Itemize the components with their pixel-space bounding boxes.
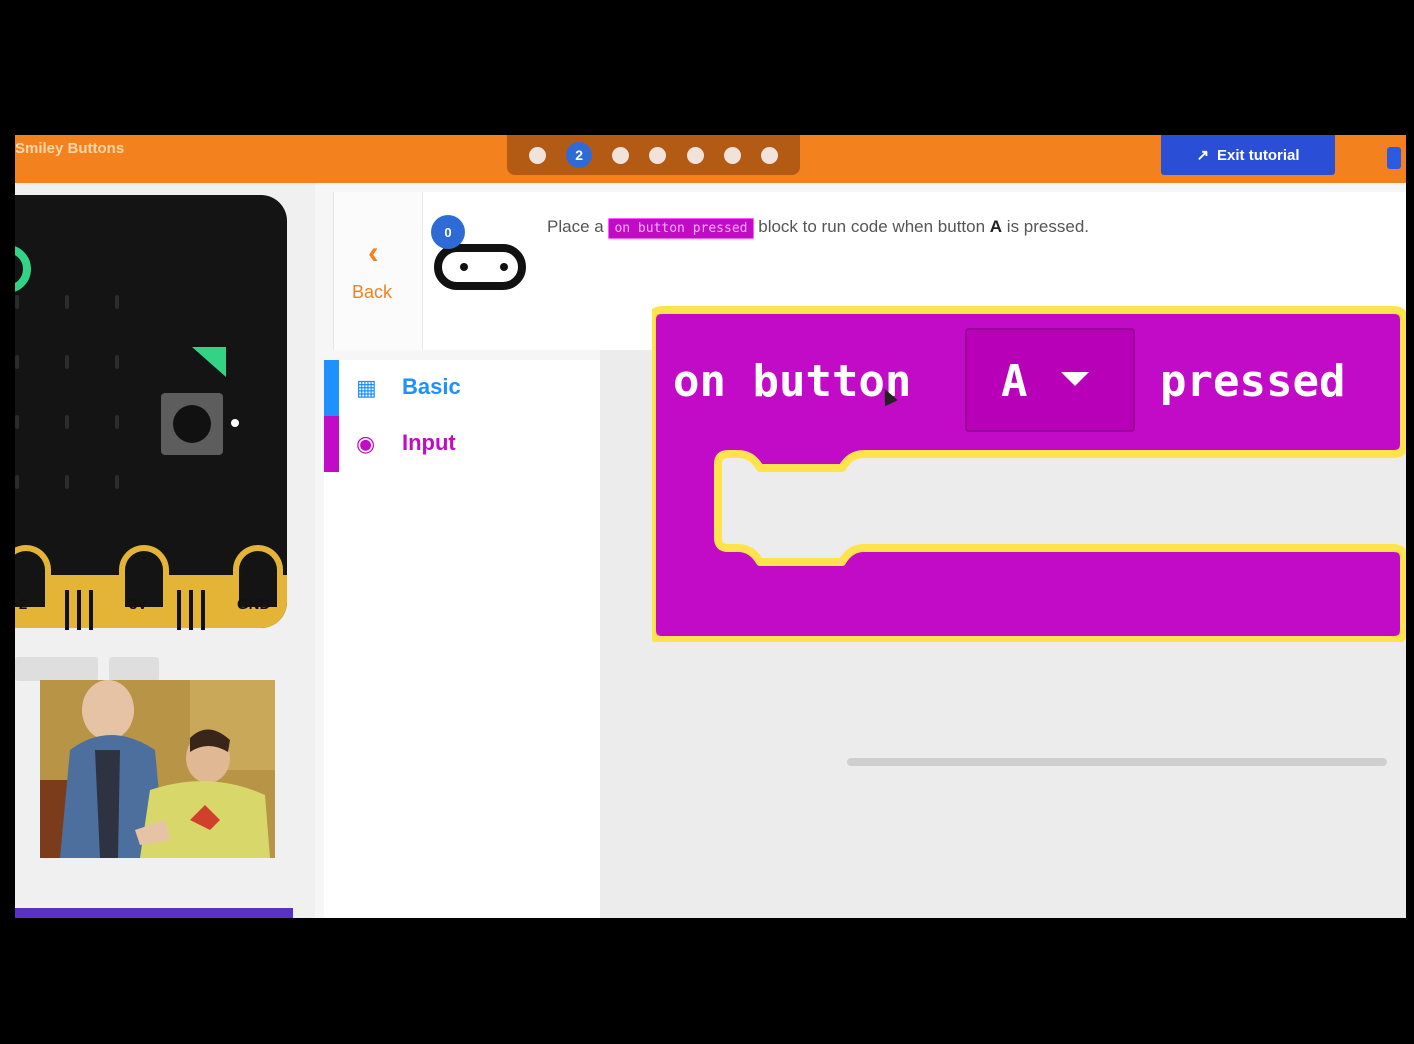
toolbox: ▦ Basic ◉ Input [324,360,600,918]
led [115,415,119,429]
hint-text: Place a on button pressed block to run c… [547,217,1089,239]
led [65,295,69,309]
led [65,475,69,489]
workspace-horizontal-scrollbar[interactable] [847,758,1387,766]
download-button[interactable] [15,908,293,918]
led [15,475,19,489]
toolbox-category-basic[interactable]: ▦ Basic [324,360,600,416]
step-dot[interactable] [686,146,704,164]
led [115,295,119,309]
block-reference: on button pressed [608,218,754,239]
back-button[interactable]: ‹ Back [334,192,423,350]
dropdown-value: A [1001,356,1028,407]
target-icon: ◉ [356,431,376,456]
pin-dot [231,419,239,427]
block-label-pressed: pressed [1160,356,1346,407]
led [115,355,119,369]
back-label: Back [352,282,393,302]
button-b[interactable] [161,393,223,455]
exit-tutorial-label: Exit tutorial [1217,146,1300,164]
webcam-video [40,680,275,858]
step-dot[interactable] [723,146,741,164]
button-dropdown[interactable] [965,328,1135,432]
hint-badge[interactable]: 0 [431,215,465,249]
step-dot[interactable] [760,146,778,164]
block-label-on-button: on button [673,356,912,407]
step-dot[interactable] [529,146,547,164]
microbit-board[interactable]: 2 3V GND [15,195,287,630]
led [65,415,69,429]
caret-down-icon [1061,372,1089,386]
external-link-icon: ↗ [1196,147,1210,164]
microbit-mascot-icon [434,244,526,290]
header-bar: Smiley Buttons 2 ↗ Exit tutorial [15,135,1406,183]
step-dot[interactable] [612,146,630,164]
toolbox-category-input[interactable]: ◉ Input [324,416,600,472]
led [15,415,19,429]
header-menu-icon[interactable] [1387,147,1401,169]
tutorial-step-indicator: 2 [507,135,800,175]
simulator-panel: 2 3V GND [15,183,315,918]
project-title: Smiley Buttons [15,140,125,157]
led [15,355,19,369]
video-frame: Smiley Buttons 2 ↗ Exit tutorial 2 3V GN… [15,0,1406,1044]
pin-label-3v: 3V [129,596,148,613]
microbit-logo-icon [15,245,31,293]
led [115,475,119,489]
led [15,295,19,309]
step-dot-current[interactable]: 2 [566,142,593,168]
pin-label-2: 2 [19,596,28,613]
led [65,355,69,369]
chevron-left-icon: ‹ [368,234,379,270]
exit-tutorial-button[interactable]: ↗ Exit tutorial [1161,135,1335,175]
sim-tool-tab[interactable] [109,657,159,681]
step-dot[interactable] [649,146,667,164]
grid-icon: ▦ [356,375,377,400]
pin-label-gnd: GND [237,596,271,613]
sim-tool-tab[interactable] [48,657,98,681]
button-b-label-icon [192,347,226,377]
